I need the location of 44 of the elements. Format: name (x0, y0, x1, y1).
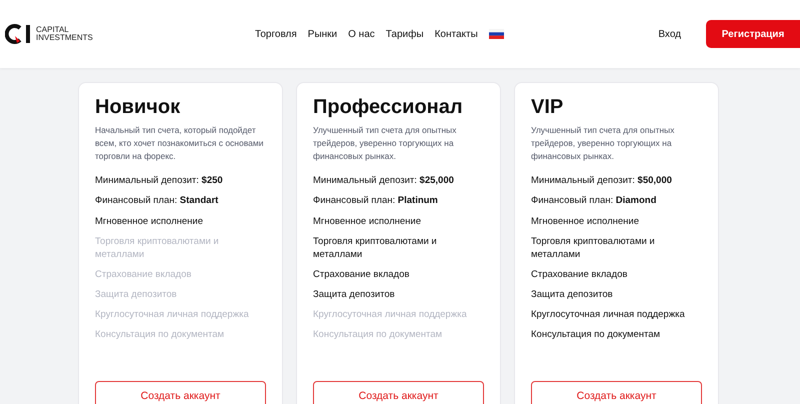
brand-name: INVESTMENTS (36, 34, 93, 42)
plan-feature: Защита депозитов (531, 288, 614, 301)
logo-icon (5, 23, 33, 45)
plan-feature: Круглосуточная личная поддержка (95, 308, 250, 321)
minimum-deposit: Минимальный депозит: $25,000 (313, 175, 455, 187)
plan-feature: Круглосуточная личная поддержка (531, 308, 686, 321)
plan-feature: Страхование вкладов (531, 268, 628, 281)
financial-plan: Финансовый план: Standart (95, 195, 220, 207)
plan-feature: Страхование вкладов (95, 268, 192, 281)
login-link[interactable]: Вход (658, 28, 681, 40)
plan-feature: Защита депозитов (95, 288, 178, 301)
plan-feature: Мгновенное исполнение (531, 215, 640, 228)
plan-description: Улучшенный тип счета для опытных трейдеров, уверенно торгующих на финансовых рынках. (313, 124, 458, 163)
plan-feature: Торговля криптовалютами и металлами (313, 235, 438, 261)
plan-feature: Торговля криптовалютами и металлами (95, 235, 220, 261)
nav-link[interactable]: Торговля (255, 28, 297, 40)
plan-description: Улучшенный тип счета для опытных трейдеров, уверенно торгующих на финансовых рынках. (531, 124, 676, 163)
nav-link[interactable]: Тарифы (386, 28, 424, 40)
minimum-deposit: Минимальный депозит: $250 (95, 175, 224, 187)
plan-title: VIP (531, 96, 564, 119)
plan-feature: Мгновенное исполнение (313, 215, 422, 228)
plan-feature: Консультация по документам (531, 328, 662, 341)
nav-link[interactable]: Контакты (434, 28, 478, 40)
register-button[interactable]: Регистрация (706, 20, 800, 48)
plan-title: Профессионал (313, 96, 464, 119)
financial-plan: Финансовый план: Platinum (313, 195, 439, 207)
minimum-deposit: Минимальный депозит: $50,000 (531, 175, 673, 187)
brand-name: CAPITAL (36, 26, 70, 34)
plan-feature: Защита депозитов (313, 288, 396, 301)
create-account-button[interactable]: Создать аккаунт (313, 381, 484, 404)
flag-icon[interactable] (488, 29, 504, 39)
plan-feature: Консультация по документам (95, 328, 226, 341)
plan-feature: Круглосуточная личная поддержка (313, 308, 468, 321)
plan-feature: Торговля криптовалютами и металлами (531, 235, 656, 261)
plan-title: Новичок (95, 96, 182, 119)
nav-link[interactable]: Рынки (308, 28, 338, 40)
plan-description: Начальный тип счета, который подойдет всем, кто хочет познакомиться с основами торговли на форекс. (95, 124, 264, 163)
plan-feature: Мгновенное исполнение (95, 215, 204, 228)
create-account-button[interactable]: Создать аккаунт (95, 381, 266, 404)
plan-feature: Страхование вкладов (313, 268, 410, 281)
financial-plan: Финансовый план: Diamond (531, 195, 658, 207)
nav-link[interactable]: О нас (348, 28, 375, 40)
create-account-button[interactable]: Создать аккаунт (531, 381, 702, 404)
plan-feature: Консультация по документам (313, 328, 444, 341)
